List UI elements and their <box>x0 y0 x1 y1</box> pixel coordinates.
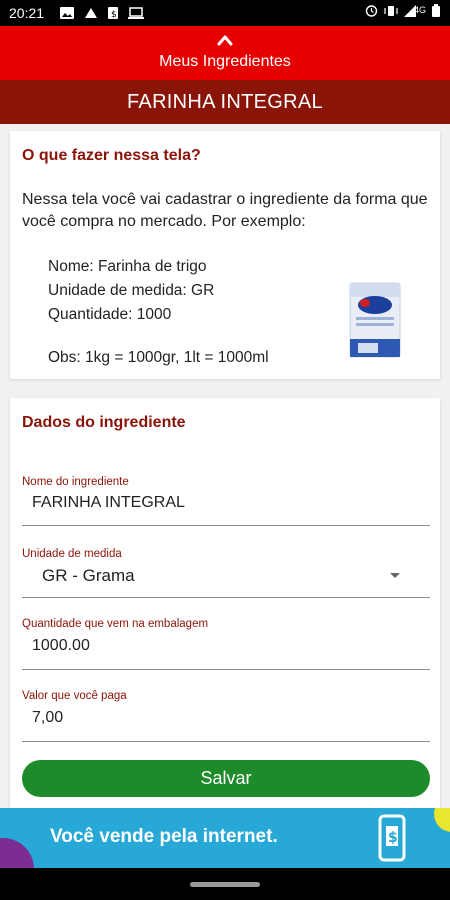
form-card-title: Dados do ingrediente <box>22 414 186 431</box>
dropdown-arrow-icon[interactable] <box>390 573 400 578</box>
back-header[interactable]: Meus Ingredientes <box>0 26 450 80</box>
field-underline <box>22 669 430 670</box>
example-obs: Obs: 1kg = 1000gr, 1lt = 1000ml <box>48 349 269 366</box>
price-input[interactable]: 7,00 <box>32 709 63 727</box>
alarm-icon <box>365 5 378 17</box>
save-button[interactable]: Salvar <box>22 760 430 797</box>
package-quantity-input[interactable]: 1000.00 <box>32 637 90 655</box>
help-card-title: O que fazer nessa tela? <box>22 147 201 164</box>
status-time: 20:21 <box>9 5 45 21</box>
ingredient-form-card: Dados do ingrediente Nome do ingrediente… <box>10 398 440 810</box>
file-notification-icon: $ <box>108 7 118 19</box>
ingredient-name-input[interactable]: FARINHA INTEGRAL <box>32 494 185 512</box>
laptop-notification-icon <box>128 7 144 19</box>
navigation-bar <box>0 868 450 900</box>
field-underline <box>22 597 430 598</box>
unit-select-label: Unidade de medida <box>22 548 122 560</box>
battery-icon <box>432 4 440 17</box>
package-quantity-field[interactable]: Quantidade que vem na embalagem 1000.00 <box>22 618 430 670</box>
flour-package-image <box>349 282 401 358</box>
help-card: O que fazer nessa tela? Nessa tela você … <box>10 131 440 379</box>
ingredient-name-label: Nome do ingrediente <box>22 476 129 488</box>
vibrate-icon <box>384 5 398 16</box>
svg-text:$: $ <box>388 830 398 846</box>
price-field[interactable]: Valor que você paga 7,00 <box>22 690 430 742</box>
example-quantity: Quantidade: 1000 <box>48 306 172 323</box>
unit-select-field[interactable]: Unidade de medida GR - Grama <box>22 548 430 600</box>
field-underline <box>22 741 430 742</box>
example-name: Nome: Farinha de trigo <box>48 258 207 275</box>
page-title: FARINHA INTEGRAL <box>0 80 450 124</box>
ingredient-name-field[interactable]: Nome do ingrediente FARINHA INTEGRAL <box>22 476 430 528</box>
image-notification-icon <box>60 7 74 19</box>
unit-select-value[interactable]: GR - Grama <box>42 566 135 586</box>
ad-banner-text[interactable]: Você vende pela internet. <box>50 826 278 848</box>
chevron-up-icon[interactable] <box>217 34 233 46</box>
network-type: 4G <box>413 4 426 15</box>
price-label: Valor que você paga <box>22 690 127 702</box>
app-notification-icon <box>85 8 97 18</box>
status-bar: 20:21 $ 4G <box>0 0 450 26</box>
ad-decoration-yellow <box>434 808 450 832</box>
example-unit: Unidade de medida: GR <box>48 282 215 299</box>
back-label[interactable]: Meus Ingredientes <box>0 53 450 71</box>
home-gesture-handle[interactable] <box>190 882 260 887</box>
ad-decoration-circle <box>0 838 34 868</box>
ad-banner[interactable]: Você vende pela internet. $ <box>0 808 450 868</box>
phone-money-icon: $ <box>378 814 406 862</box>
package-quantity-label: Quantidade que vem na embalagem <box>22 618 209 630</box>
field-underline <box>22 525 430 526</box>
svg-text:$: $ <box>111 10 117 19</box>
help-intro-text: Nessa tela você vai cadastrar o ingredie… <box>22 191 428 230</box>
